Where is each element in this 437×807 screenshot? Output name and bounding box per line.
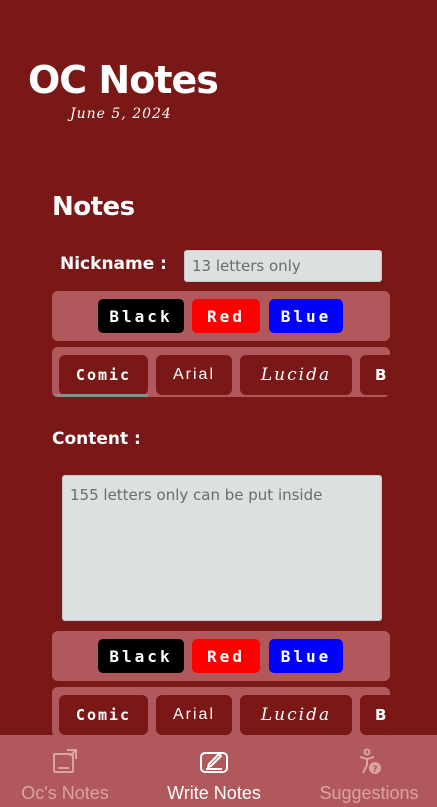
suggestions-icon: ? xyxy=(354,748,384,780)
nickname-input[interactable] xyxy=(184,250,382,282)
nickname-color-red-button[interactable]: Red xyxy=(192,299,260,333)
content-font-comic-button[interactable]: Comic xyxy=(59,695,148,735)
nickname-color-black-button[interactable]: Black xyxy=(98,299,184,333)
write-icon xyxy=(199,748,229,780)
nickname-font-arial-button[interactable]: Arial xyxy=(156,355,232,395)
nav-write-notes-label: Write Notes xyxy=(167,783,261,803)
nickname-font-b-button[interactable]: B xyxy=(360,355,390,395)
content-color-red-button[interactable]: Red xyxy=(192,639,260,673)
nickname-color-blue-button[interactable]: Blue xyxy=(269,299,343,333)
content-color-blue-button[interactable]: Blue xyxy=(269,639,343,673)
nickname-label: Nickname : xyxy=(60,254,167,274)
content-font-lucida-button[interactable]: Lucida xyxy=(240,695,352,735)
bottom-nav: Oc's Notes Write Notes ? Suggestions xyxy=(0,735,437,807)
nav-ocs-notes-label: Oc's Notes xyxy=(21,783,109,803)
content-textarea[interactable] xyxy=(62,475,382,621)
nickname-font-comic-button[interactable]: Comic xyxy=(59,355,148,395)
content-font-b-button[interactable]: B xyxy=(360,695,390,735)
nickname-color-panel: Black Red Blue xyxy=(52,291,390,341)
nickname-font-panel[interactable]: Comic Arial Lucida B xyxy=(52,347,390,397)
content-color-panel: Black Red Blue xyxy=(52,631,390,681)
content-label: Content : xyxy=(52,429,141,449)
section-title: Notes xyxy=(52,192,135,222)
app-title: OC Notes xyxy=(28,58,219,102)
content-font-panel[interactable]: Comic Arial Lucida B xyxy=(52,687,390,737)
svg-text:?: ? xyxy=(372,765,377,775)
nickname-font-lucida-button[interactable]: Lucida xyxy=(240,355,352,395)
app-date: June 5, 2024 xyxy=(70,106,172,122)
nav-write-notes[interactable]: Write Notes xyxy=(141,735,287,807)
nickname-font-scrollbar[interactable] xyxy=(52,394,148,397)
nav-suggestions[interactable]: ? Suggestions xyxy=(296,735,437,807)
note-icon xyxy=(50,748,80,780)
nav-suggestions-label: Suggestions xyxy=(319,783,419,803)
content-font-arial-button[interactable]: Arial xyxy=(156,695,232,735)
nav-ocs-notes[interactable]: Oc's Notes xyxy=(0,735,138,807)
content-color-black-button[interactable]: Black xyxy=(98,639,184,673)
